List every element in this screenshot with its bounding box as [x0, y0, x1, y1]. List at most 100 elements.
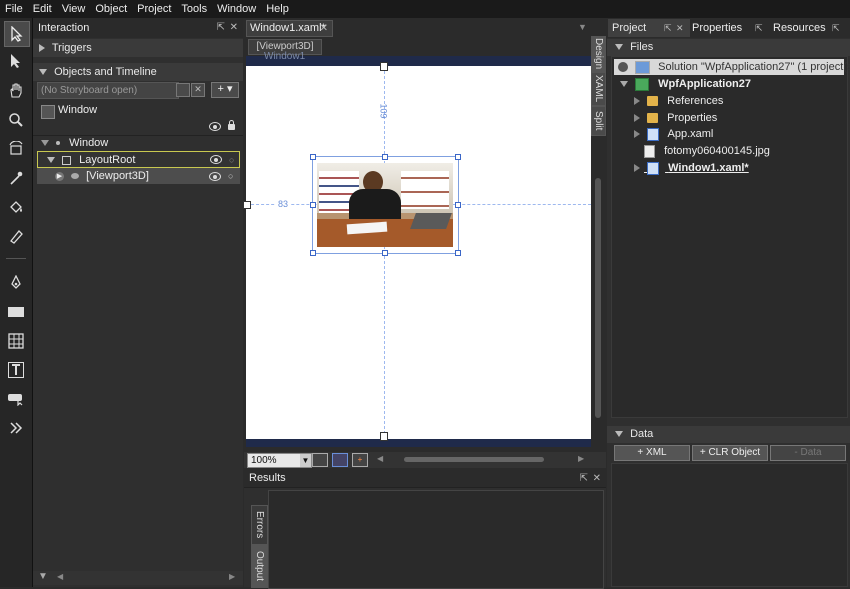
resize-handle[interactable] [382, 154, 388, 160]
menu-object[interactable]: Object [90, 0, 132, 18]
references-label: References [667, 95, 724, 107]
menu-file[interactable]: File [0, 0, 28, 18]
menu-edit[interactable]: Edit [28, 0, 57, 18]
scope-up-icon[interactable] [41, 105, 55, 119]
show-grid-icon[interactable] [312, 453, 328, 467]
asset-library-icon[interactable] [4, 416, 28, 440]
scroll-right-icon[interactable]: ▶ [229, 572, 235, 581]
menu-help[interactable]: Help [261, 0, 294, 18]
tree-item-properties[interactable]: Properties [634, 110, 717, 126]
resize-handle[interactable] [310, 202, 316, 208]
pin-bottom-handle[interactable] [380, 432, 388, 441]
tree-item-window[interactable]: Window [41, 135, 108, 151]
scroll-left-icon[interactable]: ◀ [57, 572, 63, 581]
rectangle-tool-icon[interactable] [4, 300, 28, 324]
tab-xaml[interactable]: XAML [591, 72, 606, 106]
vertical-scroll-thumb[interactable] [595, 178, 601, 418]
storyboard-close-button[interactable]: ✕ [191, 83, 205, 97]
tree-item-app-xaml[interactable]: App.xaml [634, 126, 713, 142]
menu-tools[interactable]: Tools [176, 0, 212, 18]
close-icon[interactable]: ✕ [230, 18, 238, 38]
visibility-eye-icon[interactable] [209, 172, 221, 181]
storyboard-dropdown[interactable]: (No Storyboard open) [37, 82, 179, 99]
brush-transform-tool-icon[interactable] [4, 224, 28, 248]
tab-resources[interactable]: Resources ⇱ [773, 19, 849, 37]
lock-toggle-icon[interactable]: ○ [228, 168, 233, 184]
tree-item-solution[interactable]: Solution "WpfApplication27" (1 project(s… [614, 59, 850, 75]
tab-overflow-icon[interactable]: ▼ [578, 22, 587, 32]
eyedropper-tool-icon[interactable] [4, 166, 28, 190]
close-icon[interactable]: ✕ [676, 19, 684, 37]
tree-item-window1-xaml[interactable]: Window1.xaml* [634, 160, 749, 176]
objects-timeline-header[interactable]: Objects and Timeline [33, 63, 243, 81]
selection-tool-icon[interactable] [4, 21, 30, 47]
tree-item-layoutroot[interactable]: LayoutRoot ○ [37, 151, 240, 168]
document-tab[interactable]: Window1.xaml* ✕ [246, 20, 333, 37]
viewport3d-selection[interactable] [310, 154, 461, 256]
arrow-down-icon[interactable]: ▼ [38, 571, 48, 582]
pin-icon[interactable]: ⇱ [664, 19, 672, 37]
tree-item-viewport3d[interactable]: ▶ [Viewport3D] ○ [37, 168, 240, 184]
resize-handle[interactable] [310, 250, 316, 256]
pin-icon[interactable]: ⇱ [580, 470, 588, 487]
tab-properties[interactable]: Properties ⇱ [692, 19, 770, 37]
tab-split[interactable]: Split [591, 106, 606, 136]
tab-errors[interactable]: Errors [251, 505, 268, 545]
vertical-scrollbar[interactable] [592, 118, 604, 448]
visibility-eye-icon[interactable] [210, 155, 222, 164]
collapse-circle-icon[interactable] [618, 62, 628, 73]
menu-view[interactable]: View [57, 0, 91, 18]
resize-handle[interactable] [455, 202, 461, 208]
timeline-scrollbar[interactable]: ▼ ◀ ▶ [33, 571, 243, 585]
camera-orbit-tool-icon[interactable] [4, 137, 28, 161]
add-xml-button[interactable]: + XML [614, 445, 690, 461]
zoom-tool-icon[interactable] [4, 108, 28, 132]
storyboard-options-button[interactable] [176, 83, 190, 97]
snap-snaplines-icon[interactable]: + [352, 453, 368, 467]
menu-project[interactable]: Project [132, 0, 176, 18]
pin-left-handle[interactable] [243, 201, 251, 209]
pin-top-handle[interactable] [380, 62, 388, 71]
pan-tool-icon[interactable] [4, 78, 28, 102]
button-control-tool-icon[interactable] [4, 387, 28, 411]
close-tab-icon[interactable]: ✕ [320, 21, 328, 36]
new-storyboard-button[interactable]: + ▾ [211, 82, 239, 98]
visibility-eye-icon[interactable] [209, 122, 221, 131]
snap-gridlines-icon[interactable] [332, 453, 348, 467]
tab-project[interactable]: Project ⇱ ✕ [608, 19, 690, 37]
triggers-header[interactable]: Triggers [33, 39, 243, 57]
horizontal-scroll-thumb[interactable] [404, 457, 544, 462]
tree-item-references[interactable]: References [634, 93, 723, 109]
play-icon[interactable]: ▶ [55, 171, 64, 181]
remove-data-button[interactable]: - Data [770, 445, 846, 461]
direct-selection-tool-icon[interactable] [4, 49, 28, 73]
grid-tool-icon[interactable] [4, 329, 28, 353]
lock-icon[interactable] [228, 120, 235, 130]
menu-window[interactable]: Window [212, 0, 261, 18]
tab-output[interactable]: Output [251, 544, 268, 588]
resize-handle[interactable] [455, 250, 461, 256]
resize-handle[interactable] [455, 154, 461, 160]
scroll-right-icon[interactable]: ▶ [578, 454, 584, 463]
data-header[interactable]: Data [607, 426, 850, 443]
pin-icon[interactable]: ⇱ [832, 19, 840, 37]
text-tool-icon[interactable] [4, 358, 28, 382]
close-icon[interactable]: ✕ [593, 470, 601, 487]
pin-icon[interactable]: ⇱ [755, 19, 763, 37]
add-clr-object-button[interactable]: + CLR Object [692, 445, 768, 461]
tree-item-jpg[interactable]: fotomy060400145.jpg [644, 143, 770, 159]
zoom-dropdown[interactable]: 100% ▼ [247, 453, 312, 468]
resize-handle[interactable] [310, 154, 316, 160]
paint-bucket-tool-icon[interactable] [4, 195, 28, 219]
solution-label: Solution "WpfApplication27" (1 project(s… [658, 61, 850, 73]
lock-toggle-icon[interactable]: ○ [229, 152, 234, 168]
scroll-left-icon[interactable]: ◀ [377, 454, 383, 463]
design-surface[interactable]: 109 83 [243, 62, 591, 441]
files-header[interactable]: Files [607, 39, 850, 56]
pen-tool-icon[interactable] [4, 271, 28, 295]
resize-handle[interactable] [382, 250, 388, 256]
pin-icon[interactable]: ⇱ [217, 18, 225, 38]
tab-design[interactable]: Design [591, 36, 606, 72]
tree-item-project[interactable]: WpfApplication27 [620, 76, 751, 92]
chevron-down-icon[interactable]: ▼ [300, 454, 311, 467]
